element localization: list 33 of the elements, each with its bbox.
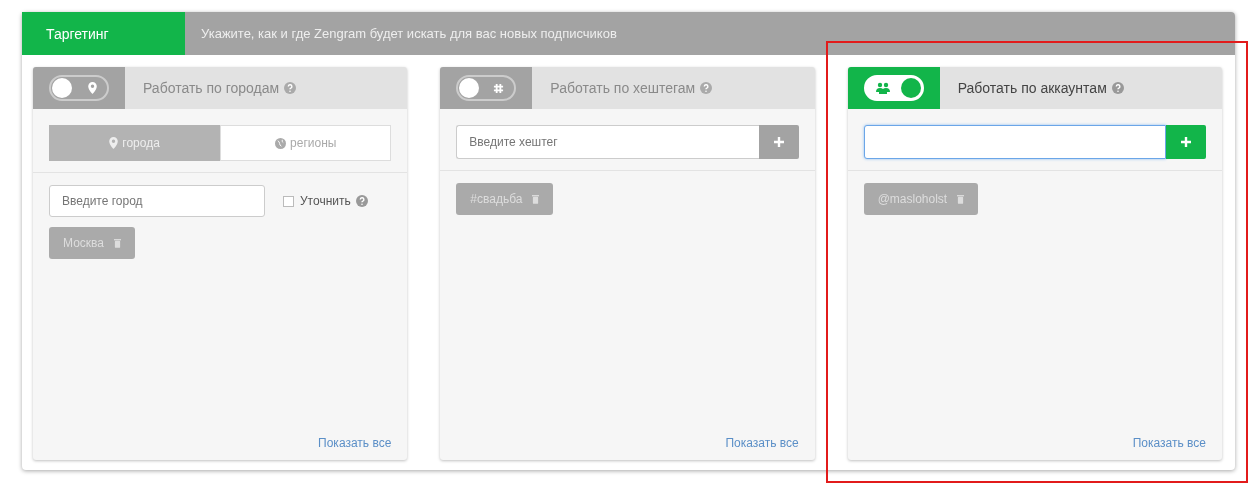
refine-checkbox[interactable]: Уточнить — [283, 194, 351, 208]
trash-icon[interactable] — [113, 238, 121, 248]
show-all-link[interactable]: Показать все — [725, 436, 799, 450]
segment-tab[interactable]: регионы — [220, 125, 392, 161]
tag-input-field[interactable] — [863, 125, 1166, 159]
trash-icon[interactable] — [532, 194, 540, 204]
show-all-link[interactable]: Показать все — [318, 436, 392, 450]
header-hint: Укажите, как и где Zengram будет искать для вас новых подписчиков — [200, 26, 617, 41]
toggle-switch[interactable] — [33, 67, 125, 109]
help-icon[interactable] — [284, 82, 297, 94]
tag-input-field[interactable]: Введите хештег — [456, 125, 759, 159]
add-button[interactable] — [1166, 125, 1206, 159]
pin-icon — [88, 82, 97, 94]
toggle-switch[interactable] — [440, 67, 533, 109]
help-icon[interactable] — [700, 82, 713, 94]
panel-title: Работать по аккаунтам — [957, 80, 1107, 96]
people-icon — [875, 82, 890, 94]
toggle-switch[interactable] — [847, 67, 940, 109]
panel-title: Работать по городам — [143, 80, 280, 96]
plus-icon — [773, 137, 784, 147]
globe-icon — [275, 137, 287, 149]
segment-tab[interactable]: города — [49, 125, 221, 161]
show-all-link[interactable]: Показать все — [1132, 436, 1206, 450]
add-button[interactable] — [758, 125, 799, 159]
help-icon[interactable] — [355, 195, 368, 207]
trash-icon[interactable] — [957, 194, 965, 204]
pin-icon — [109, 137, 119, 149]
plus-icon — [1181, 137, 1191, 147]
panel-title: Работать по хештегам — [550, 80, 696, 96]
hash-icon — [493, 82, 505, 94]
targeting-tab[interactable]: Таргетинг — [22, 12, 185, 55]
city-input[interactable]: Введите город — [49, 185, 265, 217]
help-icon[interactable] — [1111, 82, 1124, 94]
